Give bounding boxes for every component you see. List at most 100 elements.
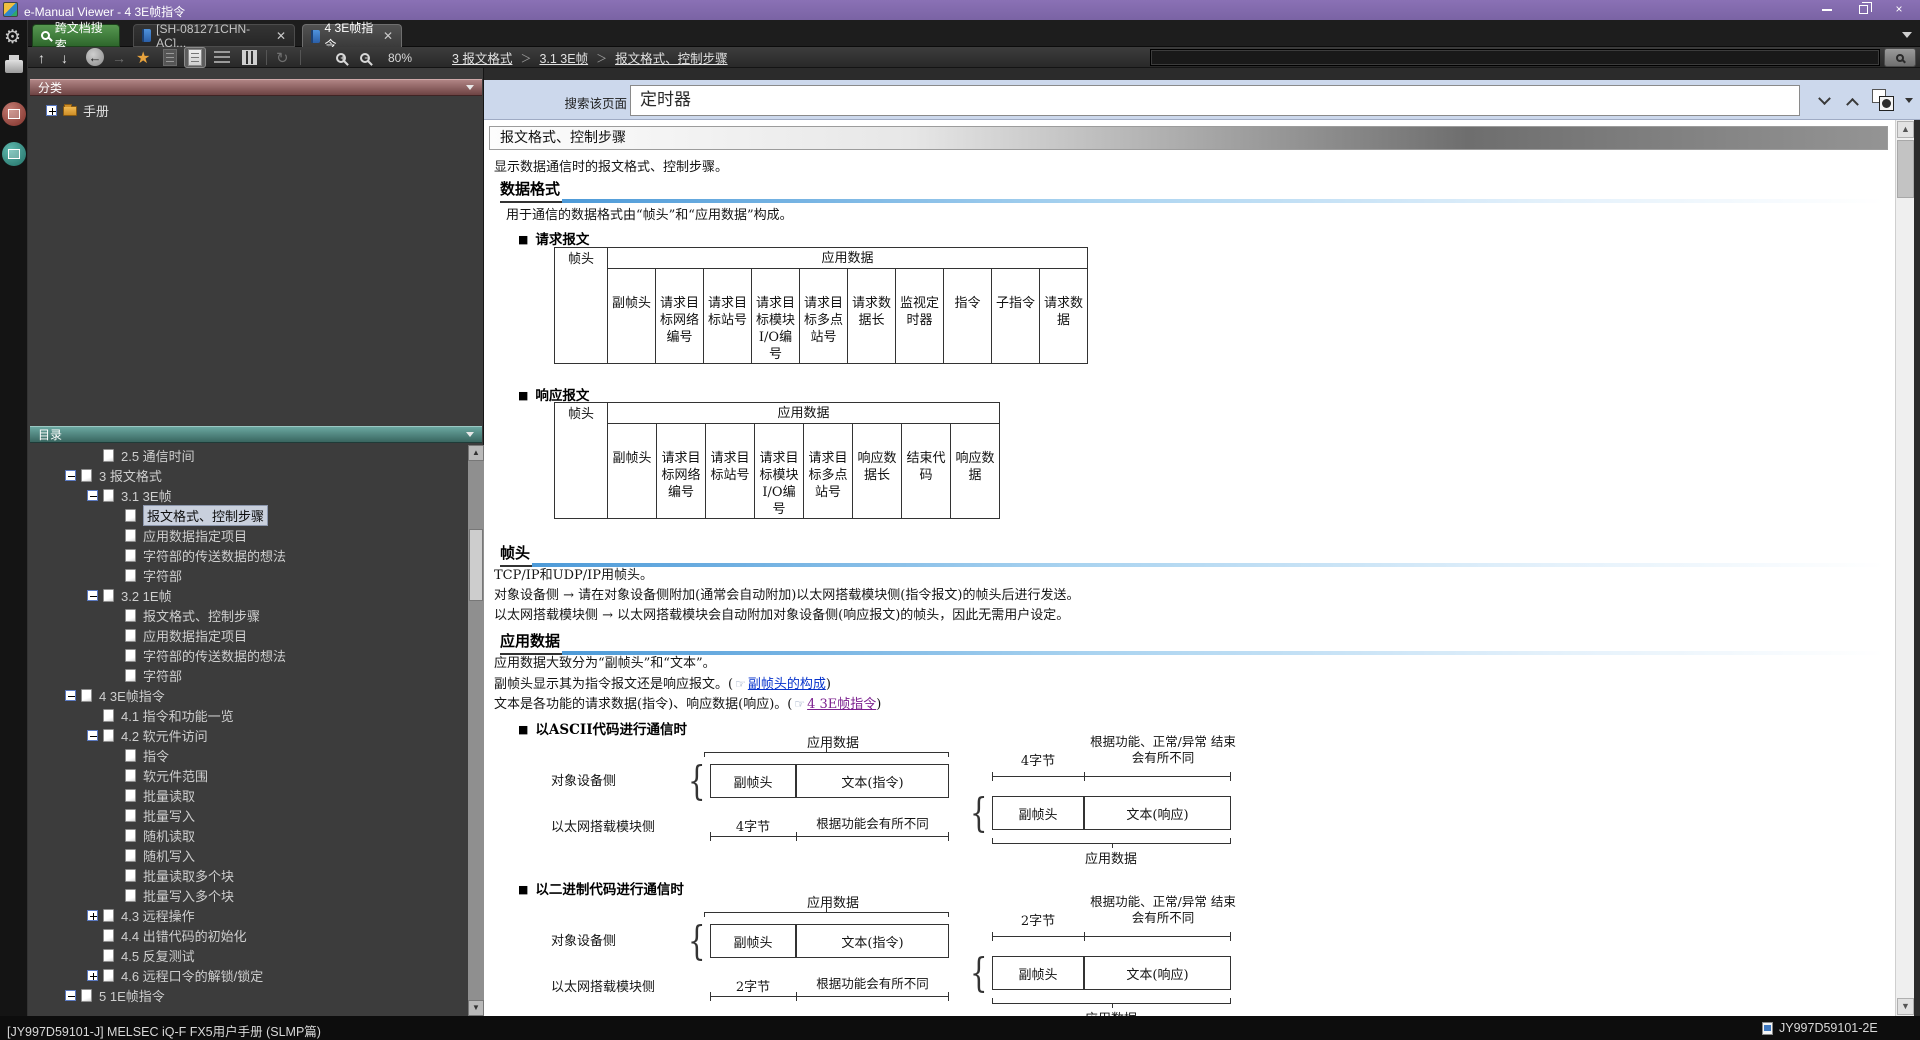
toc-item[interactable]: 4.5 反复测试 bbox=[28, 945, 466, 965]
tab-close-icon[interactable]: ✕ bbox=[276, 29, 286, 43]
toc-item[interactable]: 随机读取 bbox=[28, 825, 466, 845]
scrollbar-thumb[interactable] bbox=[1897, 140, 1914, 198]
toc-item[interactable]: 字符部 bbox=[28, 665, 466, 685]
page-icon bbox=[125, 568, 136, 582]
zoom-out-button[interactable]: − bbox=[360, 48, 370, 67]
scrollbar-thumb[interactable] bbox=[469, 529, 483, 601]
frame-header-cell: 帧头 bbox=[554, 247, 608, 364]
scrollbar-down-arrow[interactable]: ▼ bbox=[468, 1000, 484, 1016]
toc-item-label: 3.1 3E帧 bbox=[121, 488, 172, 504]
collapse-minus-icon[interactable] bbox=[87, 489, 98, 501]
expand-plus-icon[interactable] bbox=[46, 105, 57, 116]
tab-close-icon[interactable]: ✕ bbox=[383, 29, 393, 43]
breadcrumb-separator: ＞ bbox=[596, 52, 608, 65]
toc-item[interactable]: 批量读取 bbox=[28, 785, 466, 805]
scroll-down-button[interactable]: ↓ bbox=[61, 48, 68, 67]
collapse-minus-icon[interactable] bbox=[87, 589, 98, 601]
ruler-line bbox=[710, 996, 949, 997]
close-button[interactable]: × bbox=[1884, 3, 1914, 17]
refresh-icon[interactable]: ↻ bbox=[276, 48, 289, 67]
zoom-in-button[interactable]: + bbox=[336, 48, 346, 67]
toolbar-search-button[interactable] bbox=[1884, 48, 1916, 67]
toc-item[interactable]: 4 3E帧指令 bbox=[28, 685, 466, 705]
settings-gear-icon[interactable]: ⚙ bbox=[4, 28, 21, 48]
page-view-button-pressed[interactable] bbox=[184, 47, 206, 68]
toc-item[interactable]: 应用数据指定项目 bbox=[28, 525, 466, 545]
tab-document-1[interactable]: [SH-081271CHN-AC]... ✕ bbox=[133, 22, 295, 50]
toc-item[interactable]: 4.1 指令和功能一览 bbox=[28, 705, 466, 725]
toc-item[interactable]: 字符部的传送数据的想法 bbox=[28, 645, 466, 665]
list-view-icon[interactable] bbox=[214, 51, 230, 65]
minimize-button[interactable] bbox=[1812, 3, 1842, 17]
toc-item[interactable]: 5 1E帧指令 bbox=[28, 985, 466, 1005]
scrollbar-down-arrow[interactable]: ▼ bbox=[1897, 998, 1914, 1015]
breadcrumb-link[interactable]: 3.1 3E帧 bbox=[539, 48, 588, 67]
toolbar-search-input[interactable] bbox=[1150, 49, 1880, 66]
toc-item[interactable]: 2.5 通信时间 bbox=[28, 445, 466, 465]
toc-item[interactable]: 应用数据指定项目 bbox=[28, 625, 466, 645]
collapse-minus-icon[interactable] bbox=[87, 729, 98, 741]
restore-button[interactable] bbox=[1848, 2, 1878, 17]
document-scrollbar[interactable]: ▲ ▼ bbox=[1895, 120, 1914, 1016]
toc-item[interactable]: 指令 bbox=[28, 745, 466, 765]
toc-item[interactable]: 4.2 软元件访问 bbox=[28, 725, 466, 745]
single-page-view-button[interactable] bbox=[163, 49, 177, 66]
find-input[interactable]: 定时器 bbox=[630, 85, 1800, 116]
search-icon bbox=[1896, 53, 1904, 62]
link-subheader-structure[interactable]: 副帧头的构成 bbox=[748, 677, 826, 692]
manual-tree-icon[interactable] bbox=[2, 102, 26, 126]
toc-item[interactable]: 字符部的传送数据的想法 bbox=[28, 545, 466, 565]
manual-book-icon[interactable] bbox=[2, 142, 26, 166]
find-previous-button[interactable] bbox=[1840, 90, 1864, 112]
toc-item[interactable]: 4.6 远程口令的解锁/锁定 bbox=[28, 965, 466, 985]
tab-list-dropdown-icon[interactable] bbox=[1902, 32, 1912, 38]
collapse-caret-icon[interactable] bbox=[466, 85, 474, 90]
back-button[interactable]: ← bbox=[86, 48, 104, 66]
scroll-up-button[interactable]: ↑ bbox=[38, 48, 45, 67]
response-ruler bbox=[992, 932, 1231, 941]
collapse-minus-icon[interactable] bbox=[65, 689, 76, 701]
toc-item[interactable]: 3.2 1E帧 bbox=[28, 585, 466, 605]
scrollbar-up-arrow[interactable]: ▲ bbox=[468, 445, 484, 461]
scrollbar-up-arrow[interactable]: ▲ bbox=[1897, 121, 1914, 138]
tab-cross-document-search[interactable]: 跨文档搜索 bbox=[32, 21, 120, 52]
column-layout-icon[interactable] bbox=[242, 50, 257, 65]
print-icon[interactable] bbox=[5, 55, 23, 73]
find-next-button[interactable] bbox=[1812, 90, 1836, 112]
toc-item[interactable]: 报文格式、控制步骤 bbox=[28, 504, 466, 526]
toc-item[interactable]: 批量写入 bbox=[28, 805, 466, 825]
top-brace bbox=[704, 908, 949, 918]
toc-scrollbar[interactable]: ▲ ▼ bbox=[468, 445, 484, 1016]
link-3e-frame-commands[interactable]: 4 3E帧指令 bbox=[807, 697, 876, 712]
document-number-text: JY997D59101-2E bbox=[1779, 1021, 1878, 1035]
find-options-dropdown-icon[interactable] bbox=[1905, 98, 1913, 103]
toc-item[interactable]: 4.3 远程操作 bbox=[28, 905, 466, 925]
collapse-minus-icon[interactable] bbox=[65, 989, 76, 1001]
toc-item[interactable]: 3.1 3E帧 bbox=[28, 485, 466, 505]
expand-plus-icon[interactable] bbox=[87, 909, 98, 921]
toc-item[interactable]: 批量读取多个块 bbox=[28, 865, 466, 885]
byte-count-label: 2字节 bbox=[1020, 914, 1056, 929]
toc-item[interactable]: 报文格式、控制步骤 bbox=[28, 605, 466, 625]
app-data-line2: 副帧头显示其为指令报文还是响应报文。(☞ 副帧头的构成) bbox=[494, 677, 831, 692]
collapse-caret-icon[interactable] bbox=[466, 432, 474, 437]
forward-button[interactable]: → bbox=[112, 48, 126, 67]
category-tree-item-manual[interactable]: 手册 bbox=[28, 101, 109, 120]
toc-item[interactable]: 3 报文格式 bbox=[28, 465, 466, 485]
favorite-star-icon[interactable]: ★ bbox=[136, 48, 150, 67]
toc-item[interactable]: 随机写入 bbox=[28, 845, 466, 865]
toc-panel-header[interactable]: 目录 bbox=[30, 426, 482, 443]
tab-document-2-active[interactable]: 4 3E帧指令 ✕ bbox=[302, 21, 402, 52]
toc-item[interactable]: 软元件范围 bbox=[28, 765, 466, 785]
app-data-bottom-label: 应用数据 bbox=[1061, 1008, 1161, 1016]
expand-plus-icon[interactable] bbox=[87, 969, 98, 981]
highlight-all-icon[interactable] bbox=[1872, 89, 1896, 113]
toc-item[interactable]: 4.4 出错代码的初始化 bbox=[28, 925, 466, 945]
collapse-minus-icon[interactable] bbox=[65, 469, 76, 481]
breadcrumb-link[interactable]: 3 报文格式 bbox=[452, 48, 512, 67]
toc-item[interactable]: 批量写入多个块 bbox=[28, 885, 466, 905]
breadcrumb-link[interactable]: 报文格式、控制步骤 bbox=[615, 48, 728, 67]
toc-item[interactable]: 字符部 bbox=[28, 565, 466, 585]
varies-by-function-label: 根据功能、正常/异常 结束会有所不同 bbox=[1090, 894, 1236, 925]
category-panel-header[interactable]: 分类 bbox=[30, 79, 482, 96]
